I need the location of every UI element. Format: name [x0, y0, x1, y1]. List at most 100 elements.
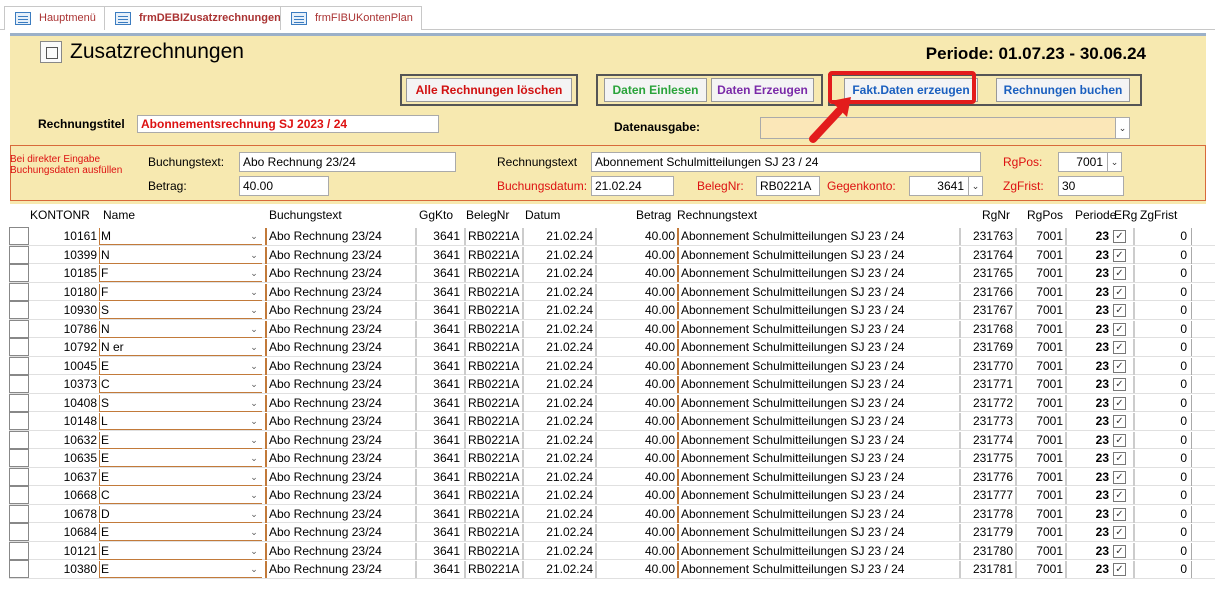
cell-buchungstext[interactable]: Abo Rechnung 23/24 [265, 468, 415, 486]
cell-betrag[interactable]: 40.00 [595, 246, 677, 264]
cell-name[interactable]: D [99, 505, 262, 523]
cell-zgfrist[interactable]: 0 [1133, 450, 1189, 467]
table-row[interactable]: 10380 E Abo Rechnung 23/24 3641 RB0221A 21.02… [9, 560, 1215, 579]
cell-zgfrist[interactable]: 0 [1133, 320, 1189, 338]
chevron-down-icon[interactable]: ⌄ [246, 395, 262, 412]
cell-rechnungstext[interactable]: Abonnement Schulmitteilungen SJ 23 / 24 [677, 265, 959, 282]
cell-erg-checkbox[interactable]: ✓ [1113, 339, 1131, 356]
record-selector[interactable] [9, 319, 29, 338]
cell-periode[interactable]: 23 [1065, 413, 1111, 430]
cell-datum[interactable]: 21.02.24 [522, 561, 595, 578]
cell-rgpos[interactable]: 7001 [1015, 265, 1065, 282]
cell-rgpos[interactable]: 7001 [1015, 357, 1065, 375]
cell-periode[interactable]: 23 [1065, 320, 1111, 338]
cell-erg-checkbox[interactable]: ✓ [1113, 376, 1131, 393]
cell-rechnungstext[interactable]: Abonnement Schulmitteilungen SJ 23 / 24 [677, 431, 959, 449]
chevron-down-icon[interactable]: ⌄ [246, 561, 262, 578]
cell-buchungstext[interactable]: Abo Rechnung 23/24 [265, 357, 415, 375]
cell-kontonr[interactable]: 10121 [33, 543, 97, 560]
record-selector[interactable] [9, 486, 29, 504]
cell-ggkto[interactable]: 3641 [415, 265, 462, 282]
chevron-down-icon[interactable]: ⌄ [1107, 153, 1121, 171]
cell-kontonr[interactable]: 10180 [33, 284, 97, 301]
record-selector[interactable] [9, 412, 29, 430]
table-row[interactable]: 10792 N er Abo Rechnung 23/24 3641 RB0221A 21… [9, 338, 1215, 357]
cell-zgfrist[interactable]: 0 [1133, 394, 1189, 412]
cell-buchungstext[interactable]: Abo Rechnung 23/24 [265, 302, 415, 319]
cell-rgnr[interactable]: 231767 [959, 302, 1015, 319]
cell-buchungstext[interactable]: Abo Rechnung 23/24 [265, 283, 415, 301]
cell-betrag[interactable]: 40.00 [595, 357, 677, 375]
cell-belegnr[interactable]: RB0221A [464, 376, 522, 393]
cell-erg-checkbox[interactable]: ✓ [1113, 321, 1131, 338]
table-row[interactable]: 10045 E Abo Rechnung 23/24 3641 RB0221A 21.02… [9, 356, 1215, 375]
column-header-kontonr[interactable]: KONTONR [30, 208, 90, 222]
checkbox-checked-icon[interactable]: ✓ [1113, 526, 1126, 539]
chevron-down-icon[interactable]: ⌄ [246, 543, 262, 560]
cell-betrag[interactable]: 40.00 [595, 413, 677, 430]
cell-periode[interactable]: 23 [1065, 357, 1111, 375]
record-selector[interactable] [9, 393, 29, 412]
chevron-down-icon[interactable]: ⌄ [246, 247, 262, 264]
form-icon[interactable] [40, 41, 62, 63]
cell-betrag[interactable]: 40.00 [595, 283, 677, 301]
cell-zgfrist[interactable]: 0 [1133, 265, 1189, 282]
cell-belegnr[interactable]: RB0221A [464, 487, 522, 504]
cell-rgpos[interactable]: 7001 [1015, 431, 1065, 449]
checkbox-checked-icon[interactable]: ✓ [1113, 489, 1126, 502]
cell-betrag[interactable]: 40.00 [595, 468, 677, 486]
cell-periode[interactable]: 23 [1065, 487, 1111, 504]
cell-name[interactable]: M [99, 228, 262, 245]
cell-ggkto[interactable]: 3641 [415, 487, 462, 504]
cell-name[interactable]: E [99, 431, 262, 449]
cell-belegnr[interactable]: RB0221A [464, 302, 522, 319]
cell-ggkto[interactable]: 3641 [415, 283, 462, 301]
table-row[interactable]: 10399 N Abo Rechnung 23/24 3641 RB0221A 21.02… [9, 245, 1215, 264]
cell-belegnr[interactable]: RB0221A [464, 357, 522, 375]
cell-buchungstext[interactable]: Abo Rechnung 23/24 [265, 339, 415, 356]
cell-datum[interactable]: 21.02.24 [522, 283, 595, 301]
cell-rechnungstext[interactable]: Abonnement Schulmitteilungen SJ 23 / 24 [677, 320, 959, 338]
cell-rgnr[interactable]: 231773 [959, 413, 1015, 430]
cell-ggkto[interactable]: 3641 [415, 302, 462, 319]
cell-erg-checkbox[interactable]: ✓ [1113, 247, 1131, 264]
column-header-name[interactable]: Name [103, 208, 135, 222]
cell-datum[interactable]: 21.02.24 [522, 246, 595, 264]
cell-zgfrist[interactable]: 0 [1133, 542, 1189, 560]
cell-periode[interactable]: 23 [1065, 228, 1111, 245]
chevron-down-icon[interactable]: ⌄ [246, 265, 262, 282]
cell-rgnr[interactable]: 231765 [959, 265, 1015, 282]
cell-rgnr[interactable]: 231780 [959, 542, 1015, 560]
cell-name[interactable]: S [99, 394, 262, 412]
buchungsdatum-input[interactable]: 21.02.24 [591, 176, 674, 196]
cell-name[interactable]: E [99, 524, 262, 541]
cell-rechnungstext[interactable]: Abonnement Schulmitteilungen SJ 23 / 24 [677, 505, 959, 523]
cell-name[interactable]: E [99, 450, 262, 467]
cell-ggkto[interactable]: 3641 [415, 228, 462, 245]
rechnungstitel-input[interactable]: Abonnementsrechnung SJ 2023 / 24 [137, 115, 439, 133]
cell-name[interactable]: E [99, 542, 262, 560]
cell-rgpos[interactable]: 7001 [1015, 246, 1065, 264]
cell-name[interactable]: N er [99, 339, 262, 356]
table-row[interactable]: 10668 C Abo Rechnung 23/24 3641 RB0221A 21.02… [9, 486, 1215, 505]
cell-name[interactable]: C [99, 487, 262, 504]
chevron-down-icon[interactable]: ⌄ [246, 376, 262, 393]
cell-betrag[interactable]: 40.00 [595, 376, 677, 393]
cell-periode[interactable]: 23 [1065, 450, 1111, 467]
cell-rgpos[interactable]: 7001 [1015, 450, 1065, 467]
record-selector[interactable] [9, 282, 29, 301]
cell-datum[interactable]: 21.02.24 [522, 357, 595, 375]
cell-rechnungstext[interactable]: Abonnement Schulmitteilungen SJ 23 / 24 [677, 413, 959, 430]
cell-periode[interactable]: 23 [1065, 394, 1111, 412]
cell-rgpos[interactable]: 7001 [1015, 228, 1065, 245]
cell-periode[interactable]: 23 [1065, 302, 1111, 319]
cell-belegnr[interactable]: RB0221A [464, 283, 522, 301]
cell-rechnungstext[interactable]: Abonnement Schulmitteilungen SJ 23 / 24 [677, 394, 959, 412]
cell-buchungstext[interactable]: Abo Rechnung 23/24 [265, 376, 415, 393]
cell-name[interactable]: E [99, 468, 262, 486]
record-selector[interactable] [9, 523, 29, 541]
cell-ggkto[interactable]: 3641 [415, 320, 462, 338]
cell-erg-checkbox[interactable]: ✓ [1113, 395, 1131, 412]
cell-zgfrist[interactable]: 0 [1133, 505, 1189, 523]
cell-buchungstext[interactable]: Abo Rechnung 23/24 [265, 394, 415, 412]
